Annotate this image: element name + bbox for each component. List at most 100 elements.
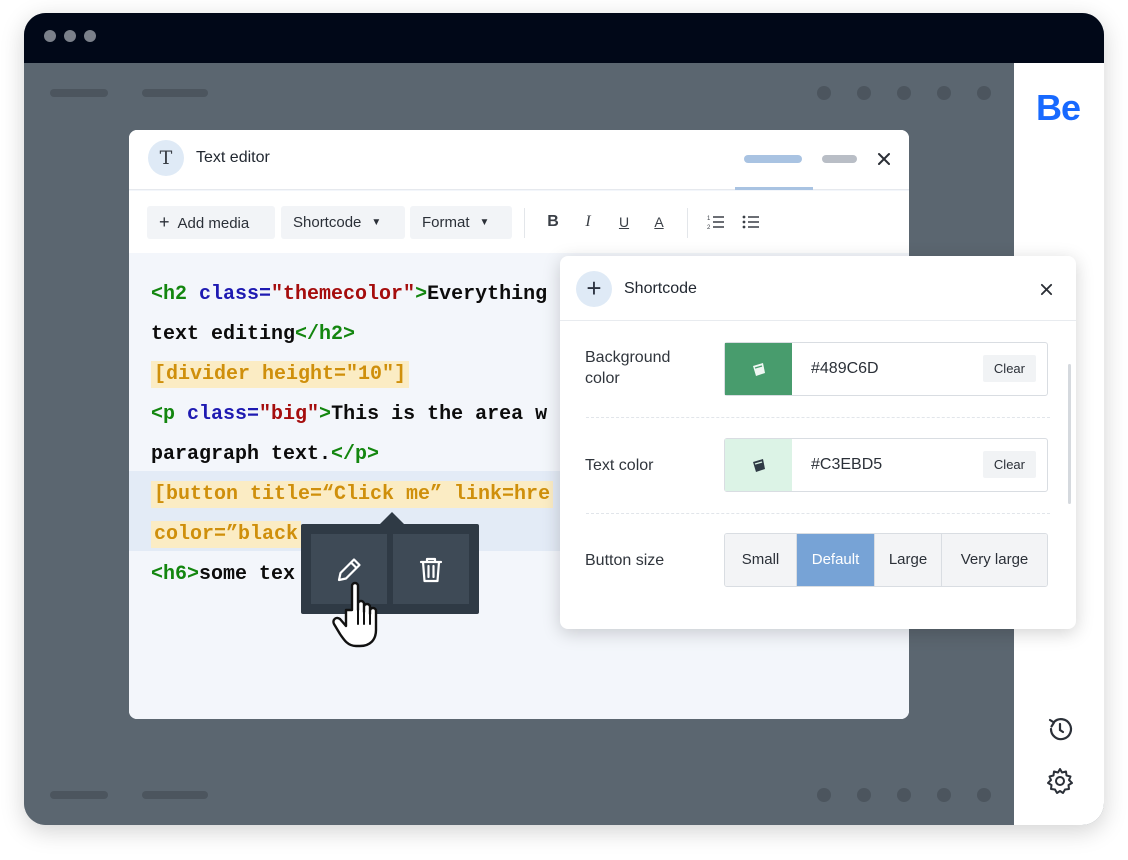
clear-button[interactable]: Clear (982, 451, 1036, 478)
placeholder-dot (857, 86, 871, 100)
text-color-label: Text color (585, 457, 654, 474)
italic-icon[interactable]: I (577, 211, 599, 233)
text-color-swatch[interactable] (725, 439, 792, 491)
ordered-list-icon[interactable]: 1 2 (707, 214, 725, 230)
window-dot[interactable] (84, 30, 96, 42)
shortcode-token[interactable]: color=”black (151, 521, 302, 548)
t-icon: T (148, 140, 184, 176)
code-line: <h2 class="themecolor">Everything (151, 283, 547, 306)
code-line: [divider height="10"] (151, 361, 410, 388)
caret-down-icon: ▼ (479, 217, 490, 228)
placeholder-bar (50, 89, 108, 97)
code-line: paragraph text.</p> (151, 443, 379, 466)
html-attr: class= (199, 283, 272, 306)
size-option-large[interactable]: Large (875, 534, 942, 586)
editor-header: T Text editor (129, 130, 909, 190)
paint-bucket-icon (753, 459, 765, 472)
window-dot[interactable] (44, 30, 56, 42)
add-media-button[interactable]: + Add media (147, 206, 275, 239)
text-color-icon[interactable]: A (648, 211, 670, 233)
button-size-label: Button size (585, 552, 665, 569)
window-dot[interactable] (64, 30, 76, 42)
placeholder-dot (937, 86, 951, 100)
hand-cursor-icon (332, 581, 378, 648)
code-line: color=”black (151, 521, 302, 548)
bullet-list-icon[interactable] (742, 214, 760, 230)
code-text: text editing (151, 323, 296, 346)
placeholder-bar (142, 89, 208, 97)
placeholder-dot (817, 86, 831, 100)
placeholder-dot (977, 788, 991, 802)
tab-indicator (735, 187, 813, 190)
code-text: This is the area w (331, 403, 548, 426)
shortcode-token[interactable]: [divider height="10"] (151, 361, 410, 388)
html-tag: <h6> (151, 563, 200, 586)
panel-scrollbar[interactable] (1068, 364, 1071, 504)
size-option-very-large[interactable]: Very large (942, 534, 1047, 586)
close-icon[interactable] (1040, 283, 1053, 296)
close-icon[interactable] (877, 152, 891, 166)
placeholder-dot (817, 788, 831, 802)
paint-bucket-icon (753, 363, 765, 376)
html-tag: <h2 (151, 283, 200, 306)
format-dropdown[interactable]: Format ▼ (410, 206, 512, 239)
shortcode-header: + Shortcode (560, 256, 1076, 321)
bold-icon[interactable]: B (542, 211, 564, 233)
html-tag: > (319, 403, 332, 426)
html-tag: </h2> (295, 323, 356, 346)
shortcode-title: Shortcode (624, 280, 697, 297)
placeholder-bar (50, 791, 108, 799)
text-color-field[interactable]: #C3EBD5 Clear (724, 438, 1048, 492)
background-color-swatch[interactable] (725, 343, 792, 395)
tab-pill[interactable] (822, 155, 857, 163)
behance-logo: Be (1036, 87, 1081, 128)
title-bar (24, 13, 1104, 63)
code-text: paragraph text. (151, 443, 332, 466)
code-line: text editing</h2> (151, 323, 355, 346)
caret-down-icon: ▼ (371, 217, 382, 228)
text-color-value[interactable]: #C3EBD5 (811, 456, 882, 474)
shortcode-label: Shortcode (293, 214, 362, 231)
size-option-small[interactable]: Small (725, 534, 797, 586)
background-color-value[interactable]: #489C6D (811, 360, 879, 378)
editor-title: Text editor (196, 149, 270, 166)
toolbar-divider (524, 208, 525, 238)
placeholder-dot (977, 86, 991, 100)
svg-text:1: 1 (707, 216, 711, 222)
button-size-selector: Small Default Large Very large (724, 533, 1048, 587)
gear-icon[interactable] (1046, 767, 1074, 795)
code-line: [button title=“Click me” link=hre (151, 481, 554, 508)
shortcode-token[interactable]: [button title=“Click me” link=hre (151, 481, 554, 508)
placeholder-dot (937, 788, 951, 802)
background-color-label: Background color (585, 349, 671, 387)
shortcode-dropdown[interactable]: Shortcode ▼ (281, 206, 405, 239)
html-tag: > (415, 283, 428, 306)
html-attr: class= (187, 403, 260, 426)
history-icon[interactable] (1046, 715, 1074, 743)
toolbar-divider (687, 208, 688, 238)
code-text: some tex (199, 563, 296, 586)
html-tag: <p (151, 403, 188, 426)
underline-icon[interactable]: U (613, 211, 635, 233)
editor-toolbar: + Add media Shortcode ▼ Format ▼ B I U A 1 … (129, 191, 909, 253)
code-line: <h6>some tex (151, 563, 295, 586)
format-label: Format (422, 214, 470, 231)
popover-arrow (380, 512, 404, 524)
tab-pill-active[interactable] (744, 155, 802, 163)
html-tag: </p> (331, 443, 380, 466)
shortcode-panel: + Shortcode Background color #489C6D Cle… (560, 256, 1076, 629)
svg-text:2: 2 (707, 225, 711, 230)
background-color-field[interactable]: #489C6D Clear (724, 342, 1048, 396)
delete-button[interactable] (393, 534, 469, 604)
clear-button[interactable]: Clear (982, 355, 1036, 382)
html-string: "themecolor" (271, 283, 416, 306)
code-line: <p class="big">This is the area w (151, 403, 547, 426)
placeholder-dot (897, 86, 911, 100)
size-option-default[interactable]: Default (797, 534, 875, 586)
section-divider (586, 417, 1050, 418)
placeholder-dot (897, 788, 911, 802)
section-divider (586, 513, 1050, 514)
placeholder-bar (142, 791, 208, 799)
plus-icon: + (159, 212, 170, 232)
shortcode-action-popover (301, 524, 479, 614)
